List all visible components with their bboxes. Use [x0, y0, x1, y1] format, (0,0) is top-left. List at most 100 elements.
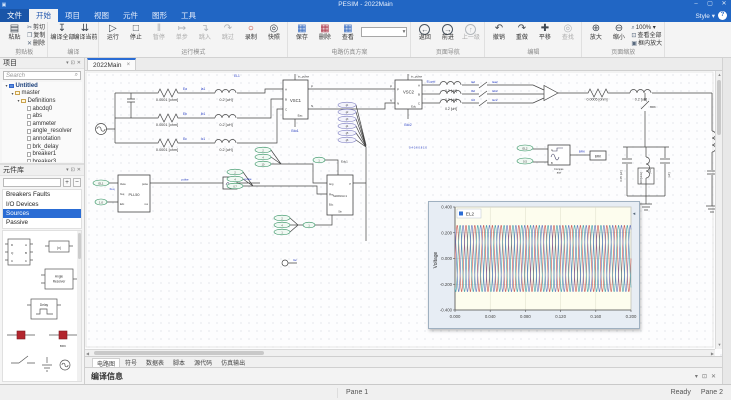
- horizontal-scroll-thumb[interactable]: [94, 351, 264, 355]
- horizontal-scrollbar[interactable]: ◀ ▶: [85, 349, 715, 356]
- project-close-icon[interactable]: ✕: [77, 60, 81, 66]
- schematic-label: Ec2: [492, 98, 498, 102]
- stop-button[interactable]: □停止: [124, 23, 147, 42]
- step-into-button[interactable]: ↴跳入: [193, 23, 216, 42]
- tree-item-abcdq0[interactable]: abcdq0: [2, 105, 82, 113]
- step-over-button[interactable]: ↷跳过: [216, 23, 239, 42]
- plot-svg[interactable]: 0.0000.0400.0800.1200.1600.2000.4000.200…: [429, 202, 639, 328]
- library-pin-icon[interactable]: ⊡: [71, 167, 75, 173]
- tree-item-breaker1[interactable]: breaker1: [2, 150, 82, 158]
- delete-button[interactable]: ✕删除: [27, 40, 45, 48]
- plot-window[interactable]: 0.0000.0400.0800.1200.1600.2000.4000.200…: [428, 201, 640, 329]
- compile-all-button[interactable]: ↧编译全部: [50, 23, 73, 42]
- snapshot-button[interactable]: ◎快照: [262, 23, 285, 42]
- breaker-icon[interactable]: [17, 331, 25, 339]
- cut-button[interactable]: ✂剪切: [27, 24, 45, 32]
- tree-item-master[interactable]: ▾master: [2, 90, 82, 98]
- close-button[interactable]: ✕: [717, 0, 731, 9]
- forward-button[interactable]: →前进: [436, 23, 459, 42]
- tree-item-abs[interactable]: abs: [2, 112, 82, 120]
- menu-tab-4[interactable]: 元件: [116, 9, 145, 22]
- up-button[interactable]: ↑上一级: [459, 23, 482, 42]
- redo-button[interactable]: ↷重做: [510, 23, 533, 42]
- tree-item-angle_resolver[interactable]: angle_resolver: [2, 128, 82, 136]
- menu-tab-0[interactable]: 文件: [0, 9, 29, 22]
- compile-current-button[interactable]: ⇊编译当前: [73, 23, 96, 42]
- menu-tab-1[interactable]: 开始: [29, 9, 58, 22]
- gate-pulse-tags[interactable]: [338, 102, 356, 143]
- view-tab-1[interactable]: 符号: [121, 358, 141, 367]
- breaker-brk-icon[interactable]: [59, 331, 67, 339]
- maximize-button[interactable]: ▢: [703, 0, 717, 9]
- output-close-icon[interactable]: ✕: [711, 373, 716, 380]
- scroll-left-icon[interactable]: ◀: [86, 352, 89, 356]
- scenario-view-button[interactable]: ▦查看: [336, 23, 359, 42]
- menu-tab-2[interactable]: 项目: [58, 9, 87, 22]
- tree-item-untitled[interactable]: ▾Untitled: [2, 82, 82, 90]
- copy-button[interactable]: ❐复制: [27, 32, 45, 40]
- view-tab-0[interactable]: 电路图: [92, 358, 120, 367]
- view-tab-2[interactable]: 数据表: [142, 358, 168, 367]
- category-i-o-devices[interactable]: I/O Devices: [3, 199, 81, 208]
- style-dropdown[interactable]: Style ▾: [695, 12, 715, 20]
- zoom-out-button[interactable]: ⊖缩小: [607, 23, 630, 42]
- menu-tab-5[interactable]: 图形: [145, 9, 174, 22]
- tab-2022main[interactable]: 2022Main ×: [87, 58, 136, 70]
- project-pin-icon[interactable]: ⊡: [71, 60, 75, 66]
- step-button[interactable]: ↦单步: [170, 23, 193, 42]
- find-button[interactable]: ◎查找: [556, 23, 579, 42]
- view-tab-4[interactable]: 源代码: [190, 358, 216, 367]
- bus-merge-symbol[interactable]: [544, 86, 558, 101]
- scenario-delete-button[interactable]: ▦删除: [313, 23, 336, 42]
- scroll-up-icon[interactable]: ▲: [718, 73, 722, 77]
- view-tab-5[interactable]: 仿真输出: [217, 358, 249, 367]
- ribbon-group-2: ▷运行□停止‖暂停↦单步↴跳入↷跳过○录制◎快照运行模式: [99, 22, 288, 57]
- tree-item-breaker3[interactable]: breaker3: [2, 158, 82, 162]
- paste-button[interactable]: ▤粘贴: [3, 23, 26, 42]
- plot-collapse-icon[interactable]: ◂: [633, 211, 636, 217]
- undo-button[interactable]: ↶撤销: [487, 23, 510, 42]
- back-button[interactable]: ←返回: [413, 23, 436, 42]
- scenario-combobox[interactable]: ▾: [361, 27, 407, 37]
- library-add-button[interactable]: +: [63, 178, 71, 187]
- zoom-all-button[interactable]: ⊡查看全部: [631, 32, 662, 40]
- vertical-scrollbar[interactable]: ▲ ▼: [715, 71, 722, 349]
- help-icon[interactable]: ?: [718, 11, 727, 20]
- project-chevron-down-icon[interactable]: ▾: [66, 60, 69, 66]
- category-breakers-faults[interactable]: Breakers Faults: [3, 190, 81, 199]
- run-button[interactable]: ▷运行: [101, 23, 124, 42]
- pause-button[interactable]: ‖暂停: [147, 23, 170, 42]
- output-panel-header[interactable]: 编译信息 ▾⊡✕: [85, 367, 722, 384]
- output-pin-icon[interactable]: ⊡: [702, 373, 707, 380]
- pan-button[interactable]: ✚平移: [533, 23, 556, 42]
- view-tab-3[interactable]: 脚本: [169, 358, 189, 367]
- scroll-down-icon[interactable]: ▼: [718, 343, 722, 347]
- menu-tab-6[interactable]: 工具: [174, 9, 203, 22]
- library-remove-button[interactable]: −: [73, 178, 81, 187]
- library-chevron-down-icon[interactable]: ▾: [66, 167, 69, 173]
- zoom-rect-button[interactable]: ▣框内放大: [631, 40, 662, 48]
- stop-label: 停止: [124, 35, 147, 42]
- tree-item-brk_delay[interactable]: brk_delay: [2, 143, 82, 151]
- library-search-input[interactable]: [3, 178, 61, 187]
- library-close-icon[interactable]: ✕: [77, 167, 81, 173]
- category-passive[interactable]: Passive: [3, 218, 81, 227]
- scroll-right-icon[interactable]: ▶: [711, 352, 714, 356]
- minimize-button[interactable]: –: [689, 0, 703, 9]
- record-button[interactable]: ○录制: [239, 23, 262, 42]
- category-sources[interactable]: Sources: [3, 209, 81, 218]
- project-search-input[interactable]: Search ⌕: [3, 71, 81, 80]
- tree-item-definitions[interactable]: ▾Definitions: [2, 97, 82, 105]
- menu-tab-3[interactable]: 视图: [87, 9, 116, 22]
- zoom-in-button[interactable]: ⊕放大: [584, 23, 607, 42]
- tab-close-icon[interactable]: ×: [127, 62, 131, 68]
- library-preview-svg[interactable]: DQCABC|x|AngleResolverDelayBRK: [3, 231, 81, 381]
- scenario-save-button[interactable]: ▦保存: [290, 23, 313, 42]
- tree-item-annotation[interactable]: annotation: [2, 135, 82, 143]
- tree-item-ammeter[interactable]: ammeter: [2, 120, 82, 128]
- preview-scrollbar[interactable]: [77, 231, 81, 381]
- output-chevron-down-icon[interactable]: ▾: [695, 373, 698, 380]
- vertical-scroll-thumb[interactable]: [717, 80, 721, 135]
- zoom-level-button[interactable]: ⌕100% ▾: [631, 24, 662, 32]
- schematic-canvas[interactable]: 0.0001 [ohm]0.0001 [ohm]0.0001 [ohm]0.2 …: [85, 71, 722, 356]
